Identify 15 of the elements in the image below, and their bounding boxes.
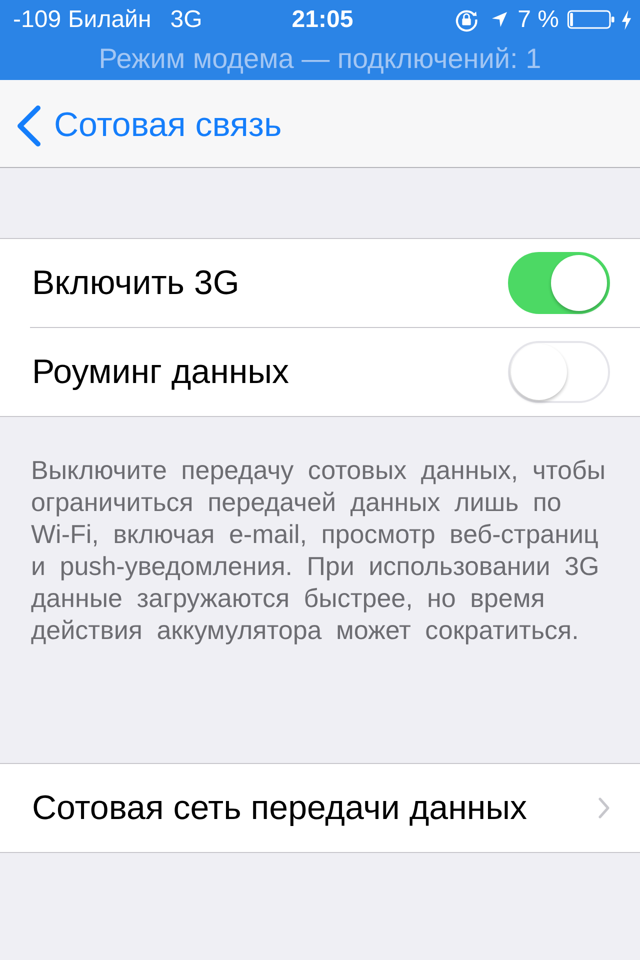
rotation-lock-icon [454, 7, 479, 32]
signal-strength-text: -109 [13, 6, 62, 34]
chevron-right-icon [598, 797, 610, 819]
carrier-name: Билайн [68, 6, 152, 34]
network-type: 3G [170, 6, 202, 34]
location-arrow-icon [490, 11, 508, 28]
back-button[interactable]: Сотовая связь [16, 104, 282, 146]
setting-label: Роуминг данных [32, 352, 290, 392]
battery-icon [567, 10, 615, 29]
chevron-left-icon [16, 104, 41, 146]
clock-time: 21:05 [292, 6, 354, 34]
footer-note: Выключите передачу сотовых данных, чтобы ограничиться передачей данных лишь по Wi-Fi, включая e-mail, просмотр веб-страниц и push-уведомления. При использовании 3G данные загружаются быстрее, но время действия аккумулятора может сократиться. [30, 454, 607, 646]
battery-percent: 7 % [518, 6, 559, 34]
setting-label: Включить 3G [32, 264, 240, 302]
hotspot-banner-text: Режим модема — подключений: 1 [98, 42, 542, 74]
